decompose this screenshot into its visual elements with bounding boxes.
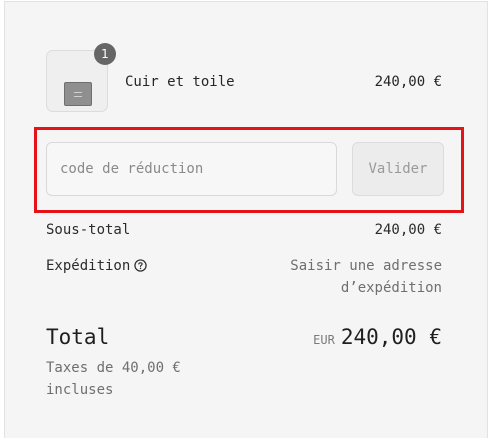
order-summary-panel: 1 Cuir et toile 240,00 € Valider Sous-to… bbox=[4, 1, 488, 438]
currency-code: EUR bbox=[313, 333, 335, 347]
shipping-value: Saisir une adresse d’expédition bbox=[290, 258, 442, 296]
product-price: 240,00 € bbox=[374, 74, 442, 90]
shipping-label: Expédition bbox=[46, 258, 131, 274]
discount-code-input[interactable] bbox=[46, 142, 337, 196]
subtotal-value: 240,00 € bbox=[374, 222, 442, 238]
shipping-row: Expédition bbox=[46, 255, 147, 277]
subtotal-label: Sous-total bbox=[46, 222, 131, 238]
apply-discount-button[interactable]: Valider bbox=[352, 142, 444, 196]
product-name: Cuir et toile bbox=[125, 74, 235, 90]
total-value: EUR 240,00 € bbox=[313, 323, 442, 354]
tax-note: Taxes de 40,00 € incluses bbox=[46, 360, 181, 398]
help-circle-icon[interactable] bbox=[134, 259, 147, 272]
quantity-badge: 1 bbox=[94, 43, 116, 65]
total-amount: 240,00 € bbox=[340, 325, 442, 349]
product-image bbox=[64, 82, 92, 106]
total-label: Total bbox=[46, 325, 110, 349]
